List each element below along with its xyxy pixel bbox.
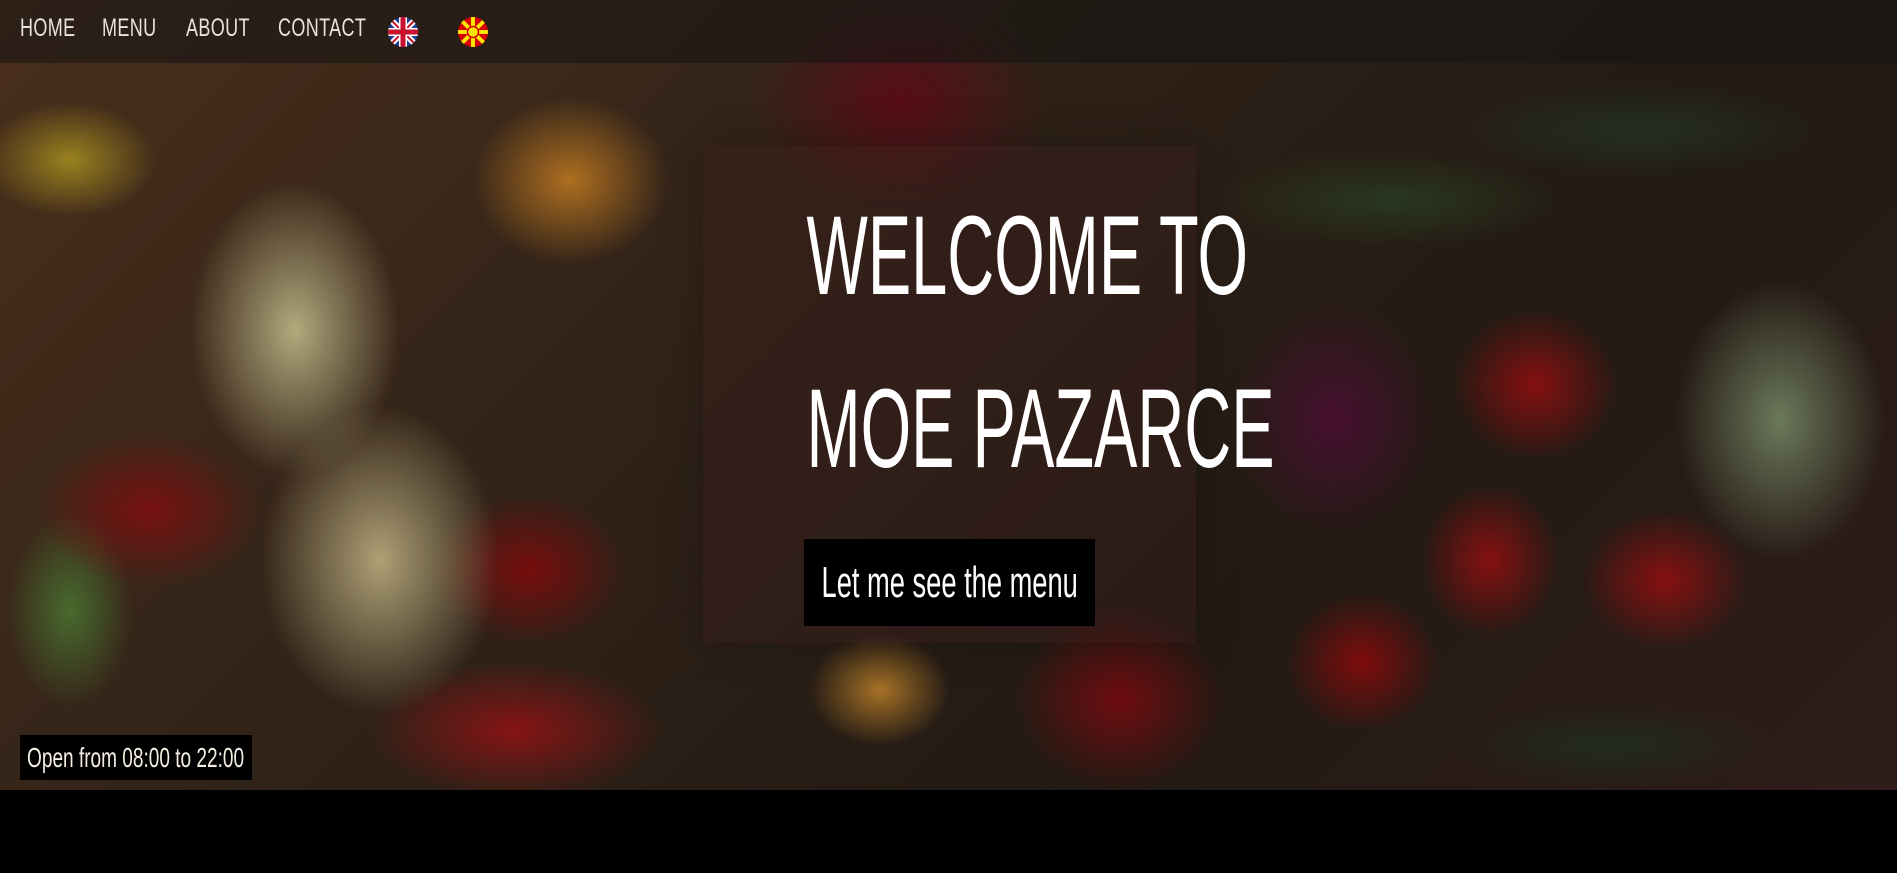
opening-hours-badge: Open from 08:00 to 22:00 (20, 735, 252, 780)
welcome-title-line1: Welcome to (806, 193, 1249, 318)
see-menu-button[interactable]: Let me see the menu (804, 539, 1095, 626)
nav-home-link[interactable]: Home (20, 14, 75, 43)
nav-about-link[interactable]: About (186, 14, 250, 43)
see-menu-button-label: Let me see the menu (821, 557, 1078, 607)
welcome-title-line2: Moe Pazarce (806, 366, 1275, 491)
opening-hours-text: Open from 08:00 to 22:00 (27, 741, 245, 773)
nav-menu-link[interactable]: Menu (102, 14, 156, 43)
nav-contact-link[interactable]: Contact (278, 14, 366, 43)
uk-flag-icon[interactable] (388, 17, 418, 47)
macedonia-flag-icon[interactable] (458, 17, 488, 47)
top-navbar: Home Menu About Contact (0, 0, 1897, 63)
